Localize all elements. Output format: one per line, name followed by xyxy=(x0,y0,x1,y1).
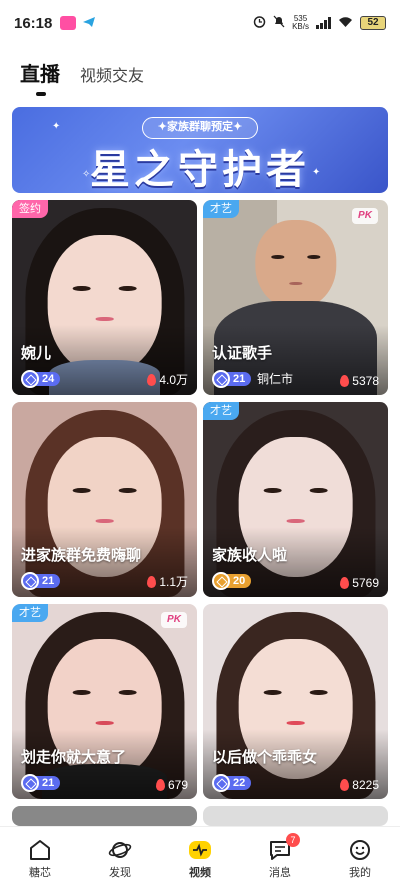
heat-count: 1.1万 xyxy=(147,573,188,590)
flame-icon xyxy=(340,577,350,589)
pk-badge: PK xyxy=(161,612,187,628)
status-time: 16:18 xyxy=(14,14,53,32)
live-card[interactable]: 才艺 PK 认证歌手 21 铜仁市 5378 xyxy=(203,200,388,395)
planet-icon xyxy=(108,839,132,861)
live-card[interactable] xyxy=(203,806,388,826)
flame-icon xyxy=(340,779,350,791)
video-icon xyxy=(188,839,212,861)
talent-tag: 才艺 xyxy=(12,604,48,622)
flame-icon xyxy=(155,779,165,791)
level-icon xyxy=(21,572,39,590)
nav-item-messages[interactable]: 7 消息 xyxy=(240,827,320,889)
unread-badge: 7 xyxy=(286,833,300,847)
nav-item-video[interactable]: 视频 xyxy=(160,827,240,889)
heat-count: 5769 xyxy=(340,576,379,590)
heat-count: 5378 xyxy=(340,374,379,388)
nav-label: 糖芯 xyxy=(29,867,51,879)
banner-subtitle: ✦家族群聊预定✦ xyxy=(142,117,258,139)
banner-title: 星之守护者 xyxy=(90,148,310,192)
status-bar: 16:18 535 KB/s 52 xyxy=(0,0,400,46)
heat-value: 1.1万 xyxy=(159,575,188,589)
alarm-icon xyxy=(253,15,266,31)
live-card[interactable]: 才艺 PK 划走你就大意了 21 679 xyxy=(12,604,197,799)
talent-tag: 才艺 xyxy=(203,402,239,420)
heat-count: 8225 xyxy=(340,778,379,792)
live-card[interactable]: 签约 婉儿 24 4.0万 xyxy=(12,200,197,395)
nav-label: 消息 xyxy=(269,867,291,879)
level-icon xyxy=(212,370,230,388)
level-icon xyxy=(212,572,230,590)
message-icon: 7 xyxy=(268,833,300,861)
nav-label: 发现 xyxy=(109,867,131,879)
nav-item-profile[interactable]: 我的 xyxy=(320,827,400,889)
level-value: 22 xyxy=(227,776,252,790)
top-tabs: 直播 视频交友 xyxy=(20,58,144,96)
smile-icon xyxy=(348,839,372,861)
streamer-name: 婉儿 xyxy=(21,345,52,362)
heat-count: 679 xyxy=(155,778,188,792)
flame-icon xyxy=(147,373,157,386)
tab-video-dating[interactable]: 视频交友 xyxy=(80,62,144,86)
flame-icon xyxy=(340,375,350,387)
level-value: 21 xyxy=(36,574,61,588)
nav-item-discover[interactable]: 发现 xyxy=(80,827,160,889)
level-icon xyxy=(21,774,39,792)
heat-count: 4.0万 xyxy=(147,371,188,388)
streamer-name: 认证歌手 xyxy=(212,345,273,362)
app-notification-icon xyxy=(60,16,77,30)
mute-icon xyxy=(273,15,285,31)
tab-active-indicator xyxy=(36,92,46,96)
level-badge: 21 xyxy=(21,572,61,590)
talent-tag: 才艺 xyxy=(203,200,239,218)
battery-icon: 52 xyxy=(360,16,386,30)
heat-value: 4.0万 xyxy=(159,373,188,387)
level-icon xyxy=(212,774,230,792)
promo-banner[interactable]: ✦ ✦ ✧ ✦家族群聊预定✦ 星之守护者 xyxy=(12,107,388,193)
level-value: 20 xyxy=(227,574,252,588)
nav-label: 视频 xyxy=(189,867,211,879)
nav-label: 我的 xyxy=(349,867,371,879)
wifi-icon xyxy=(338,16,353,31)
live-card[interactable]: 才艺 家族收人啦 20 5769 xyxy=(203,402,388,597)
level-badge: 21 xyxy=(21,774,61,792)
level-badge: 24 xyxy=(21,370,61,388)
streamer-name: 以后做个乖乖女 xyxy=(212,749,318,766)
level-value: 24 xyxy=(36,372,61,386)
live-card[interactable]: 进家族群免费嗨聊 21 1.1万 xyxy=(12,402,197,597)
telegram-icon xyxy=(82,15,96,32)
level-badge: 21 xyxy=(212,370,252,388)
pk-badge: PK xyxy=(352,208,378,224)
city-label: 铜仁市 xyxy=(257,372,294,386)
sign-tag: 签约 xyxy=(12,200,48,218)
signal-icon xyxy=(316,17,331,29)
heat-value: 5378 xyxy=(352,374,379,388)
tab-live-label: 直播 xyxy=(20,64,60,86)
level-badge: 20 xyxy=(212,572,252,590)
flame-icon xyxy=(147,575,157,588)
bottom-nav: 糖芯 发现 视频 7 消息 我的 xyxy=(0,826,400,889)
streamer-name: 家族收人啦 xyxy=(212,547,288,564)
tab-live[interactable]: 直播 xyxy=(20,58,60,96)
level-badge: 22 xyxy=(212,774,252,792)
level-icon xyxy=(21,370,39,388)
heat-value: 5769 xyxy=(352,576,379,590)
net-speed-unit: KB/s xyxy=(292,22,309,31)
live-card[interactable] xyxy=(12,806,197,826)
net-speed: 535 KB/s xyxy=(292,15,309,31)
live-card[interactable]: 以后做个乖乖女 22 8225 xyxy=(203,604,388,799)
sparkle-icon: ✦ xyxy=(52,121,61,132)
streamer-name: 进家族群免费嗨聊 xyxy=(21,547,142,564)
home-icon xyxy=(28,839,52,861)
nav-item-home[interactable]: 糖芯 xyxy=(0,827,80,889)
streamer-name: 划走你就大意了 xyxy=(21,749,127,766)
level-value: 21 xyxy=(36,776,61,790)
heat-value: 679 xyxy=(167,778,188,792)
heat-value: 8225 xyxy=(352,778,379,792)
level-value: 21 xyxy=(227,372,252,386)
